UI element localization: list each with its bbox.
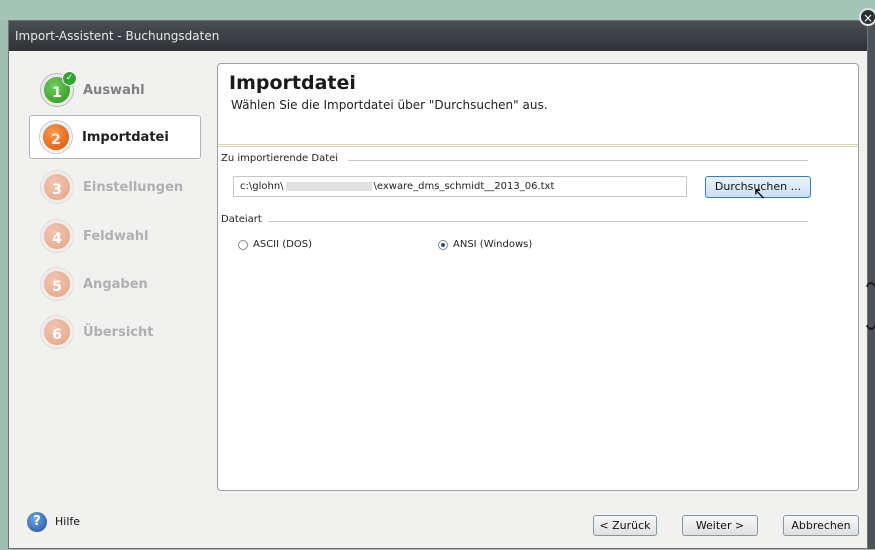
step-number-3: 3 xyxy=(41,171,73,203)
panel-header: Importdatei Wählen Sie die Importdatei ü… xyxy=(218,64,858,147)
step-auswahl[interactable]: 1 ✓ Auswahl xyxy=(31,68,203,112)
import-wizard-window: Import-Assistent - Buchungsdaten 1 ✓ Aus… xyxy=(8,20,868,549)
file-path-field[interactable]: c:\glohn\ \exware_dms_schmidt__2013_06.tx… xyxy=(233,176,687,197)
group-divider xyxy=(268,221,808,222)
background-window-edge xyxy=(862,20,875,549)
step-number-2: 2 xyxy=(40,121,72,153)
help-icon[interactable]: ? xyxy=(27,512,47,532)
step-label-angaben: Angaben xyxy=(83,276,148,292)
checkmark-icon: ✓ xyxy=(62,71,77,86)
file-path-start: c:\glohn\ xyxy=(240,181,284,192)
back-button[interactable]: < Zurück xyxy=(593,515,657,536)
radio-label-ansi: ANSI (Windows) xyxy=(453,239,533,250)
step-label-feldwahl: Feldwahl xyxy=(83,228,149,244)
step-number-1: 1 ✓ xyxy=(41,71,77,106)
step-feldwahl: 4 Feldwahl xyxy=(31,214,203,258)
content-panel: Importdatei Wählen Sie die Importdatei ü… xyxy=(217,63,859,491)
step-label-auswahl: Auswahl xyxy=(83,82,145,98)
step-number-4: 4 xyxy=(41,220,73,252)
desktop-background xyxy=(0,0,875,20)
radio-indicator-selected xyxy=(438,239,448,250)
step-angaben: 5 Angaben xyxy=(31,262,203,306)
step-label-importdatei: Importdatei xyxy=(82,129,169,145)
redacted-segment xyxy=(285,181,372,191)
radio-ansi[interactable]: ANSI (Windows) xyxy=(438,239,532,250)
step-number-6: 6 xyxy=(41,316,73,348)
close-icon[interactable]: × xyxy=(859,8,875,26)
step-importdatei[interactable]: 2 Importdatei xyxy=(29,115,201,159)
radio-indicator xyxy=(238,239,248,250)
window-title: Import-Assistent - Buchungsdaten xyxy=(9,21,867,51)
radio-label-ascii: ASCII (DOS) xyxy=(253,239,312,250)
step-number-5: 5 xyxy=(41,268,73,300)
file-group-label: Zu importierende Datei xyxy=(221,153,343,164)
group-divider xyxy=(348,160,808,161)
radio-ascii[interactable]: ASCII (DOS) xyxy=(238,239,312,250)
wizard-steps-sidebar: 1 ✓ Auswahl 2 Importdatei 3 Einstellunge… xyxy=(9,51,213,491)
wizard-footer: ? Hilfe < Zurück Weiter > Abbrechen xyxy=(9,496,867,550)
file-path-end: \exware_dms_schmidt__2013_06.txt xyxy=(373,181,555,192)
step-label-einstellungen: Einstellungen xyxy=(83,179,184,195)
background-arc xyxy=(862,282,875,330)
step-label-uebersicht: Übersicht xyxy=(83,324,154,340)
cancel-button[interactable]: Abbrechen xyxy=(783,515,859,536)
mouse-pointer-icon: ↖ xyxy=(753,184,767,203)
help-link[interactable]: Hilfe xyxy=(55,515,80,528)
type-group-label: Dateiart xyxy=(221,214,266,225)
next-button[interactable]: Weiter > xyxy=(682,515,758,536)
page-title: Importdatei xyxy=(229,72,356,94)
step-uebersicht: 6 Übersicht xyxy=(31,310,203,354)
step-einstellungen: 3 Einstellungen xyxy=(31,165,203,209)
page-subtitle: Wählen Sie die Importdatei über "Durchsu… xyxy=(231,98,548,112)
